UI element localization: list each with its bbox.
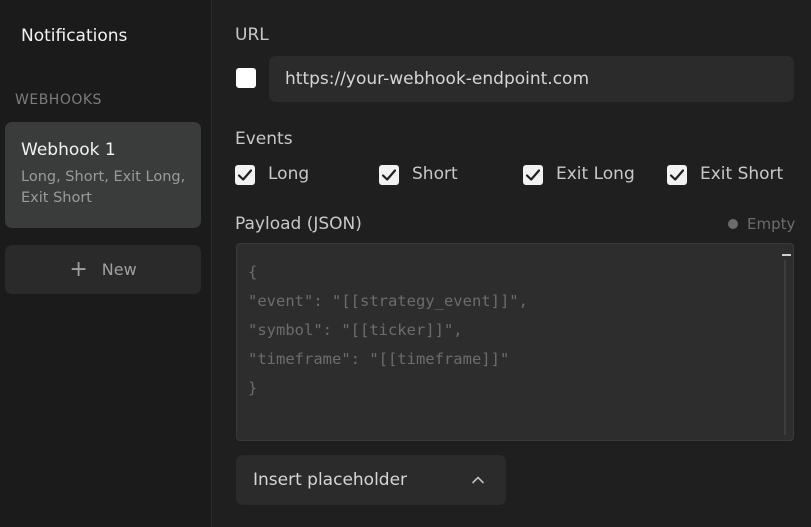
url-enable-checkbox[interactable]	[236, 68, 256, 88]
payload-scrollbar[interactable]	[784, 260, 786, 435]
sidebar-title: Notifications	[21, 26, 128, 46]
webhook-events-summary: Long, Short, Exit Long, Exit Short	[21, 169, 186, 206]
webhook-settings-window: Notifications WEBHOOKS Webhook 1 Long, S…	[0, 0, 811, 527]
webhook-name: Webhook 1	[21, 140, 116, 160]
checkmark-icon	[669, 169, 685, 181]
event-short-label: Short	[412, 164, 458, 184]
event-short-checkbox[interactable]	[379, 165, 399, 185]
event-long-checkbox[interactable]	[235, 165, 255, 185]
new-webhook-label: New	[101, 260, 137, 279]
url-input-value: https://your-webhook-endpoint.com	[285, 69, 590, 89]
checkmark-icon	[237, 169, 253, 181]
events-label: Events	[235, 129, 293, 149]
insert-placeholder-label: Insert placeholder	[253, 470, 408, 490]
event-exit-long-label: Exit Long	[556, 164, 635, 184]
checkmark-icon	[525, 169, 541, 181]
chevron-up-icon	[472, 476, 484, 484]
event-exit-long-checkbox[interactable]	[523, 165, 543, 185]
payload-status-text: Empty	[747, 215, 796, 233]
payload-editor[interactable]: { "event": "[[strategy_event]]", "symbol…	[236, 243, 794, 441]
event-long-label: Long	[268, 164, 310, 184]
url-input[interactable]: https://your-webhook-endpoint.com	[269, 56, 794, 102]
event-exit-short-label: Exit Short	[700, 164, 784, 184]
webhook-list-item[interactable]: Webhook 1 Long, Short, Exit Long, Exit S…	[5, 122, 201, 228]
sidebar: Notifications WEBHOOKS Webhook 1 Long, S…	[0, 0, 212, 527]
insert-placeholder-dropdown[interactable]: Insert placeholder	[236, 455, 506, 505]
payload-status: Empty	[728, 215, 795, 233]
payload-scrollbar-thumb[interactable]	[782, 254, 791, 256]
webhooks-section-label: WEBHOOKS	[15, 92, 102, 108]
status-dot-icon	[728, 219, 738, 229]
payload-label: Payload (JSON)	[235, 214, 362, 234]
plus-icon: +	[69, 256, 88, 282]
new-webhook-button[interactable]: + New	[5, 245, 201, 294]
checkmark-icon	[381, 169, 397, 181]
url-label: URL	[235, 25, 269, 45]
event-exit-short-checkbox[interactable]	[667, 165, 687, 185]
